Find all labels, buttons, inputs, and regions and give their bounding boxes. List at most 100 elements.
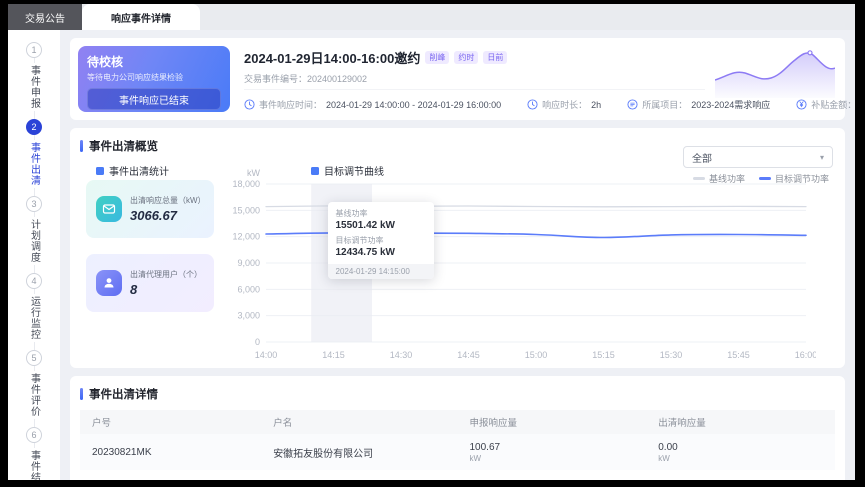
- svg-text:3,000: 3,000: [237, 311, 260, 321]
- filter-dropdown[interactable]: 全部 ▾: [683, 146, 833, 168]
- tooltip-label: 目标调节功率: [335, 236, 384, 245]
- cell-name: 安徽拓友股份有限公司: [273, 448, 374, 460]
- col-account: 户号: [92, 418, 112, 429]
- info-project: 所属项目： 2023-2024需求响应: [627, 98, 770, 111]
- svg-text:14:15: 14:15: [322, 350, 345, 360]
- clock-icon: [527, 99, 538, 110]
- cell-name: 广德正信机械有限公司: [261, 476, 457, 481]
- legend-marker: [758, 177, 771, 180]
- col-name: 户名: [273, 418, 293, 429]
- tab-response-event-detail[interactable]: 响应事件详情: [82, 4, 200, 30]
- tooltip-value: 12434.75 kW: [335, 247, 396, 258]
- stat-value: 8: [130, 282, 138, 297]
- table-header: 户号 户名 申报响应量 出清响应量: [80, 410, 835, 434]
- cell-cleared: 0.00 kW: [658, 441, 678, 463]
- menu-trade-announcement[interactable]: 交易公告: [8, 4, 82, 30]
- filter-value: 全部: [692, 153, 712, 165]
- status-title: 待校核: [87, 55, 124, 69]
- stat-label: 出清响应总量（kW）: [130, 196, 206, 205]
- event-header-card: 待校核 等待电力公司响应结果检验 事件响应已结束 2024-01-29日14:0…: [70, 38, 855, 120]
- legend-label: 基线功率: [708, 174, 745, 184]
- svg-text:15:00: 15:00: [525, 350, 548, 360]
- clearing-table: 户号 户名 申报响应量 出清响应量 20230821MK 安徽拓友股份有限公司 …: [80, 410, 835, 480]
- step-run-monitor[interactable]: 4 运行监控: [26, 273, 42, 342]
- step-event-settle[interactable]: 6 事件结算: [26, 427, 42, 480]
- chart-legend: 基线功率 目标调节功率: [692, 172, 829, 185]
- tag-day-ahead: 日前: [483, 51, 508, 64]
- legend-baseline-power[interactable]: 基线功率: [692, 172, 745, 185]
- step-number: 1: [26, 42, 42, 58]
- step-list: 1 事件申报 2 事件出清 3 计划调度 4 运行监控 5 事件评价 6 事件结…: [8, 30, 60, 480]
- event-title-block: 2024-01-29日14:00-16:00邀约 削峰 约时 日前 交易事件编号…: [244, 48, 508, 85]
- event-ended-button[interactable]: 事件响应已结束: [87, 88, 221, 110]
- legend-marker: [692, 177, 705, 180]
- svg-text:kW: kW: [247, 168, 261, 178]
- info-label: 响应时长：: [542, 100, 588, 110]
- stat-label: 出清代理用户（个）: [130, 270, 202, 279]
- event-title: 2024-01-29日14:00-16:00邀约: [244, 51, 421, 66]
- svg-text:15:30: 15:30: [660, 350, 683, 360]
- table-row: 20230820MK 广德正信机械有限公司 186.74 186.74: [80, 470, 835, 480]
- power-line-chart: 0 3,000 6,000 9,000 12,000 15,000 18,000 kW 14:0…: [220, 168, 837, 364]
- clearing-overview-card: 事件出清概览 事件出清统计 目标调节曲线 全部 ▾ 出清响应总量（kW） 306…: [70, 128, 845, 368]
- tooltip-label: 基线功率: [335, 209, 368, 218]
- svg-text:15,000: 15,000: [232, 205, 260, 215]
- info-response-time: 事件响应时间： 2024-01-29 14:00:00 - 2024-01-29…: [244, 98, 501, 111]
- step-event-evaluate[interactable]: 5 事件评价: [26, 350, 42, 419]
- chevron-down-icon: ▾: [819, 152, 824, 162]
- step-sidebar: 1 事件申报 2 事件出清 3 计划调度 4 运行监控 5 事件评价 6 事件结…: [8, 30, 60, 480]
- step-plan-dispatch[interactable]: 3 计划调度: [26, 196, 42, 265]
- cell-declared: 100.67 kW: [469, 441, 501, 463]
- svg-text:6,000: 6,000: [237, 284, 260, 294]
- step-label: 事件出清: [26, 140, 42, 188]
- info-subsidy: 补贴金额： 8元/kW·次: [796, 98, 855, 111]
- col-cleared: 出清响应量: [658, 418, 706, 429]
- col-declared: 申报响应量: [469, 418, 517, 429]
- tag-scheduled: 约时: [454, 51, 479, 64]
- step-label: 运行监控: [26, 294, 42, 342]
- step-number: 4: [26, 273, 42, 289]
- info-label: 事件响应时间：: [259, 100, 323, 110]
- project-icon: [627, 99, 638, 110]
- stat-column: 出清响应总量（kW） 3066.67 出清代理用户（个） 8: [86, 180, 214, 312]
- header-sparkline-chart: [715, 50, 835, 98]
- blue-square-icon: [96, 166, 104, 175]
- legend-target-power[interactable]: 目标调节功率: [758, 172, 829, 185]
- info-label: 所属项目：: [642, 100, 688, 110]
- overview-title: 事件出清概览: [89, 141, 158, 153]
- event-number: 交易事件编号：202400129002: [244, 74, 368, 84]
- cell-account: 20230820MK: [80, 478, 261, 481]
- app-frame: 交易公告 响应事件详情 1 事件申报 2 事件出清 3 计划调度 4 运行监控 …: [8, 4, 855, 480]
- section-accent-bar: [80, 140, 83, 152]
- info-value: 2h: [591, 99, 602, 110]
- svg-text:14:30: 14:30: [390, 350, 413, 360]
- info-duration: 响应时长： 2h: [527, 98, 601, 111]
- line-chart-svg: 0 3,000 6,000 9,000 12,000 15,000 18,000kW 14:0…: [232, 168, 817, 360]
- stat-card-agent-users: 出清代理用户（个） 8: [86, 254, 214, 312]
- section-accent-bar: [80, 388, 83, 400]
- cell-declared: 186.74: [457, 477, 646, 480]
- subtab-label: 事件出清统计: [109, 167, 169, 178]
- status-subtitle: 等待电力公司响应结果检验: [87, 73, 183, 82]
- step-event-declare[interactable]: 1 事件申报: [26, 42, 42, 111]
- money-icon: [796, 99, 807, 110]
- event-info-row: 事件响应时间： 2024-01-29 14:00:00 - 2024-01-29…: [244, 89, 855, 111]
- legend-label: 目标调节功率: [774, 174, 829, 184]
- svg-text:0: 0: [255, 337, 260, 347]
- clearing-details-card: 事件出清详情 户号 户名 申报响应量 出清响应量 20230821MK 安徽拓友…: [70, 376, 845, 480]
- svg-text:15:45: 15:45: [727, 350, 750, 360]
- step-event-clearing[interactable]: 2 事件出清: [26, 119, 42, 188]
- step-number: 3: [26, 196, 42, 212]
- chart-tooltip: 基线功率 15501.42 kW 目标调节功率 12434.75 kW 2024…: [327, 202, 434, 279]
- step-number: 5: [26, 350, 42, 366]
- step-label: 事件申报: [26, 63, 42, 111]
- svg-text:14:00: 14:00: [255, 350, 278, 360]
- user-icon: [96, 270, 122, 296]
- status-card: 待校核 等待电力公司响应结果检验 事件响应已结束: [78, 46, 230, 112]
- svg-text:14:45: 14:45: [457, 350, 480, 360]
- info-value: 2023-2024需求响应: [691, 100, 771, 110]
- stat-value: 3066.67: [130, 208, 177, 223]
- subtab-clearing-stats[interactable]: 事件出清统计: [96, 163, 169, 178]
- svg-text:16:00: 16:00: [795, 350, 816, 360]
- info-value: 2024-01-29 14:00:00 - 2024-01-29 16:00:0…: [326, 99, 502, 110]
